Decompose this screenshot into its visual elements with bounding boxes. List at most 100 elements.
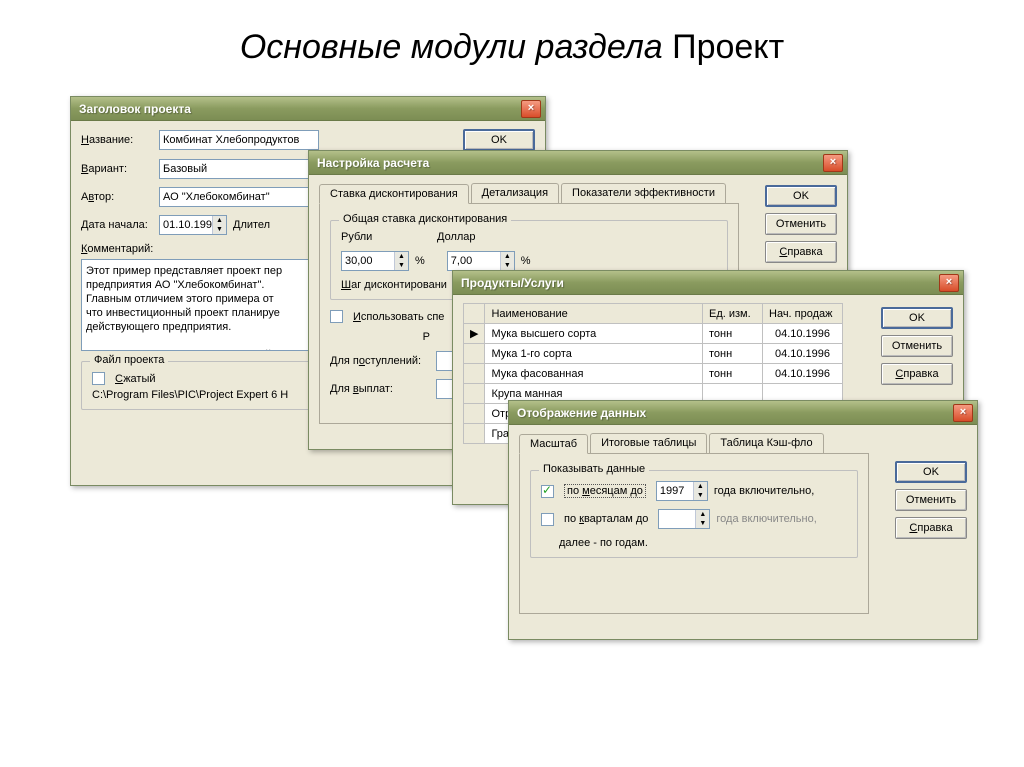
label-outflows: Для выплат: <box>330 383 430 395</box>
cancel-button[interactable]: Отменить <box>765 213 837 235</box>
tabs: Масштаб Итоговые таблицы Таблица Кэш-фло <box>519 433 869 454</box>
group-show-data: Показывать данные по месяцам до 1997 ▲▼ … <box>530 470 858 558</box>
slide-title-italic: Основные модули раздела <box>240 28 663 66</box>
author-field[interactable]: АО "Хлебокомбинат" <box>159 187 319 207</box>
tab-panel: Показывать данные по месяцам до 1997 ▲▼ … <box>519 454 869 614</box>
label-duration: Длител <box>233 219 270 231</box>
tab-discount-rate[interactable]: Ставка дисконтирования <box>319 184 469 204</box>
compressed-checkbox[interactable] <box>92 372 105 385</box>
start-date-value[interactable]: 01.10.1996 <box>160 216 212 234</box>
cell-start[interactable]: 04.10.1996 <box>763 324 843 344</box>
row-marker <box>464 384 485 404</box>
col-name[interactable]: Наименование <box>485 304 703 324</box>
use-special-checkbox[interactable] <box>330 310 343 323</box>
cell-unit[interactable]: тонн <box>703 344 763 364</box>
close-icon[interactable]: × <box>521 100 541 118</box>
help-button[interactable]: Справка <box>765 241 837 263</box>
spin-up-icon[interactable]: ▲ <box>501 252 514 261</box>
cancel-button[interactable]: Отменить <box>895 489 967 511</box>
table-row[interactable]: Мука фасованнаятонн04.10.1996 <box>464 364 843 384</box>
inclusive-label-1: года включительно, <box>714 485 814 497</box>
close-icon[interactable]: × <box>953 404 973 422</box>
ok-button[interactable]: OK <box>895 461 967 483</box>
row-marker <box>464 364 485 384</box>
col-unit[interactable]: Ед. изм. <box>703 304 763 324</box>
spin-up-icon[interactable]: ▲ <box>395 252 408 261</box>
titlebar[interactable]: Настройка расчета × <box>309 151 847 175</box>
cell-unit[interactable]: тонн <box>703 324 763 344</box>
spin-up-icon[interactable]: ▲ <box>213 216 226 225</box>
title-text: Настройка расчета <box>317 156 823 170</box>
row-marker: ▶ <box>464 324 485 344</box>
cell-unit[interactable]: тонн <box>703 364 763 384</box>
table-row[interactable]: ▶Мука высшего сортатонн04.10.1996 <box>464 324 843 344</box>
start-date-spinner[interactable]: 01.10.1996 ▲▼ <box>159 215 227 235</box>
spin-down-icon[interactable]: ▼ <box>501 261 514 270</box>
cell-name[interactable]: Мука высшего сорта <box>485 324 703 344</box>
label-variant: Вариант: <box>81 163 153 175</box>
label-usd: Доллар <box>437 231 527 243</box>
table-header-row: Наименование Ед. изм. Нач. продаж <box>464 304 843 324</box>
spin-down-icon[interactable]: ▼ <box>696 519 709 528</box>
tab-efficiency[interactable]: Показатели эффективности <box>561 183 726 203</box>
spin-down-icon[interactable]: ▼ <box>213 225 226 234</box>
help-button[interactable]: Справка <box>895 517 967 539</box>
slide-title-plain: Проект <box>672 28 784 66</box>
label-start-date: Дата начала: <box>81 219 153 231</box>
label-rub: Рубли <box>341 231 431 243</box>
close-icon[interactable]: × <box>823 154 843 172</box>
ok-button[interactable]: OK <box>765 185 837 207</box>
titlebar[interactable]: Продукты/Услуги × <box>453 271 963 295</box>
rub-spinner[interactable]: 30,00 ▲▼ <box>341 251 409 271</box>
compressed-label: Сжатый <box>115 373 156 385</box>
label-author: Автор: <box>81 191 153 203</box>
label-name: Название: <box>81 134 153 146</box>
pct-label: % <box>415 255 425 267</box>
by-quarter-label: по кварталам до <box>564 513 648 525</box>
table-row[interactable]: Мука 1-го сортатонн04.10.1996 <box>464 344 843 364</box>
use-special-label: Использовать спе <box>353 311 444 323</box>
year-quarter-spinner[interactable]: ▲▼ <box>658 509 710 529</box>
inclusive-label-2: года включительно, <box>716 513 816 525</box>
year-month-spinner[interactable]: 1997 ▲▼ <box>656 481 708 501</box>
tab-scale[interactable]: Масштаб <box>519 434 588 454</box>
cancel-button[interactable]: Отменить <box>881 335 953 357</box>
spin-up-icon[interactable]: ▲ <box>694 482 707 491</box>
tab-cashflow[interactable]: Таблица Кэш-фло <box>709 433 823 453</box>
usd-spinner[interactable]: 7,00 ▲▼ <box>447 251 515 271</box>
tab-summary[interactable]: Итоговые таблицы <box>590 433 707 453</box>
titlebar[interactable]: Заголовок проекта × <box>71 97 545 121</box>
spin-down-icon[interactable]: ▼ <box>694 491 707 500</box>
spin-down-icon[interactable]: ▼ <box>395 261 408 270</box>
slide-title: Основные модули раздела Проект <box>0 28 1024 67</box>
cell-start[interactable]: 04.10.1996 <box>763 364 843 384</box>
group-show-legend: Показывать данные <box>539 463 649 475</box>
titlebar[interactable]: Отображение данных × <box>509 401 977 425</box>
cell-name[interactable]: Мука фасованная <box>485 364 703 384</box>
help-button[interactable]: Справка <box>881 363 953 385</box>
row-marker-header <box>464 304 485 324</box>
title-text: Отображение данных <box>517 406 953 420</box>
name-field[interactable]: Комбинат Хлебопродуктов <box>159 130 319 150</box>
by-quarter-checkbox[interactable] <box>541 513 554 526</box>
group-file-legend: Файл проекта <box>90 354 168 366</box>
title-text: Заголовок проекта <box>79 102 521 116</box>
window-display-data: Отображение данных × OK Отменить Справка… <box>508 400 978 640</box>
cell-start[interactable]: 04.10.1996 <box>763 344 843 364</box>
ok-button[interactable]: OK <box>881 307 953 329</box>
col-start[interactable]: Нач. продаж <box>763 304 843 324</box>
cell-name[interactable]: Мука 1-го сорта <box>485 344 703 364</box>
by-month-label: по месяцам до <box>564 484 646 498</box>
ok-button[interactable]: OK <box>463 129 535 151</box>
variant-field[interactable]: Базовый <box>159 159 319 179</box>
by-month-checkbox[interactable] <box>541 485 554 498</box>
row-marker <box>464 344 485 364</box>
tab-detail[interactable]: Детализация <box>471 183 559 203</box>
close-icon[interactable]: × <box>939 274 959 292</box>
further-label: далее - по годам. <box>559 537 847 549</box>
title-text: Продукты/Услуги <box>461 276 939 290</box>
spin-up-icon[interactable]: ▲ <box>696 510 709 519</box>
group-discount-legend: Общая ставка дисконтирования <box>339 213 511 225</box>
label-inflows: Для поступлений: <box>330 355 430 367</box>
label-r: Р <box>330 331 430 343</box>
